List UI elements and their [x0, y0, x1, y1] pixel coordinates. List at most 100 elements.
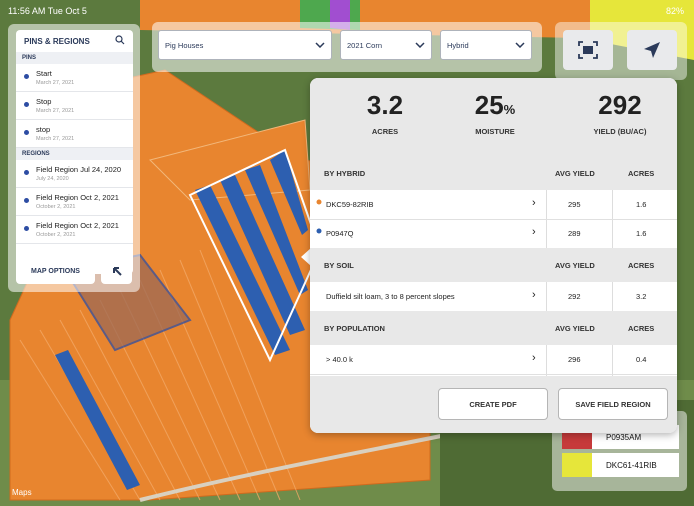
season-select-value: 2021 Corn: [347, 40, 383, 50]
hybrid-header-label: BY HYBRID: [324, 169, 366, 178]
hybrid-name: DKC59-82RIB: [326, 200, 374, 209]
hybrid-dot-icon: [316, 198, 322, 207]
soil-acres: 3.2: [636, 292, 647, 301]
yield-value: 292: [598, 90, 642, 120]
region-summary-panel: 3.2 ACRES 25% MOISTURE 292 YIELD (BU/AC)…: [310, 78, 677, 433]
hybrid-yield: 289: [568, 229, 581, 238]
population-range: > 40.0 k: [326, 355, 353, 364]
pins-section-header: PINS: [16, 52, 133, 64]
region-item[interactable]: Field Region Jul 24, 2020 July 24, 2020: [16, 160, 133, 188]
panel-actions: CREATE PDF SAVE FIELD REGION: [310, 376, 677, 433]
pins-regions-panel: PINS & REGIONS PINS Start March 27, 2021…: [8, 24, 140, 292]
population-table-header: BY POPULATION AVG YIELD ACRES: [310, 311, 677, 345]
acres-header: ACRES: [628, 169, 655, 178]
chevron-down-icon: [415, 42, 425, 48]
season-select[interactable]: 2021 Corn: [340, 30, 432, 60]
avg-yield-header: AVG YIELD: [555, 324, 595, 333]
soil-name: Duffield silt loam, 3 to 8 percent slope…: [326, 292, 455, 301]
hybrid-yield: 295: [568, 200, 581, 209]
chevron-down-icon: [315, 42, 325, 48]
moisture-value: 25: [474, 90, 504, 120]
expand-arrow-button[interactable]: [101, 258, 132, 284]
pin-item[interactable]: Stop March 27, 2021: [16, 92, 133, 120]
acres-header: ACRES: [628, 324, 655, 333]
chevron-right-icon: ›: [532, 289, 536, 301]
region-date: October 2, 2021: [36, 204, 76, 210]
map-options-button[interactable]: MAP OPTIONS: [16, 258, 95, 284]
pin-name: Stop: [36, 97, 52, 106]
battery-text: 82%: [665, 6, 684, 16]
chevron-right-icon: ›: [532, 226, 536, 238]
legend-item: DKC61-41RIB: [562, 453, 679, 477]
acres-label: ACRES: [371, 127, 399, 136]
hybrid-table-header: BY HYBRID AVG YIELD ACRES: [310, 156, 677, 190]
soil-yield: 292: [568, 292, 581, 301]
frame-focus-icon: [578, 41, 598, 59]
legend-label: P0935AM: [606, 432, 642, 442]
save-field-region-button[interactable]: SAVE FIELD REGION: [558, 388, 668, 420]
table-row[interactable]: > 40.0 k › 296 0.4: [310, 345, 677, 375]
region-name: Field Region Jul 24, 2020: [36, 165, 122, 174]
acres-stat: 3.2 ACRES: [340, 90, 430, 136]
search-icon[interactable]: [115, 35, 125, 47]
arrow-up-left-icon: [112, 267, 122, 276]
chevron-right-icon: ›: [532, 352, 536, 364]
location-arrow-icon: [644, 42, 660, 58]
soil-table-header: BY SOIL AVG YIELD ACRES: [310, 248, 677, 282]
moisture-stat: 25% MOISTURE: [450, 90, 540, 136]
summary-stats: 3.2 ACRES 25% MOISTURE 292 YIELD (BU/AC): [310, 78, 677, 156]
pin-date: March 27, 2021: [36, 80, 75, 86]
table-row[interactable]: Duffield silt loam, 3 to 8 percent slope…: [310, 282, 677, 312]
table-row[interactable]: DKC59-82RIB › 295 1.6: [310, 190, 677, 220]
filter-bar: Pig Houses 2021 Corn Hybrid: [152, 22, 542, 72]
region-dot-icon: [24, 170, 29, 175]
region-name: Field Region Oct 2, 2021: [36, 221, 119, 230]
population-yield: 296: [568, 355, 581, 364]
acres-value: 3.2: [366, 90, 404, 120]
location-button[interactable]: [627, 30, 677, 70]
pin-date: March 27, 2021: [36, 108, 75, 114]
table-row[interactable]: P0947Q › 289 1.6: [310, 219, 677, 249]
population-acres: 0.4: [636, 355, 647, 364]
hybrid-dot-icon: [316, 227, 322, 236]
region-item[interactable]: Field Region Oct 2, 2021 October 2, 2021: [16, 188, 133, 216]
time-text: 11:56 AM: [8, 6, 46, 16]
yield-stat: 292 YIELD (BU/AC): [572, 90, 668, 136]
hybrid-name: P0947Q: [326, 229, 354, 238]
regions-section-header: REGIONS: [16, 148, 133, 160]
field-select[interactable]: Pig Houses: [158, 30, 332, 60]
date-text: Tue Oct 5: [47, 6, 87, 16]
avg-yield-header: AVG YIELD: [555, 261, 595, 270]
map-tools: [555, 22, 687, 80]
pin-item[interactable]: stop March 27, 2021: [16, 120, 133, 148]
region-dot-icon: [24, 226, 29, 231]
hybrid-acres: 1.6: [636, 200, 647, 209]
pin-name: Start: [36, 69, 52, 78]
fit-field-button[interactable]: [563, 30, 613, 70]
region-name: Field Region Oct 2, 2021: [36, 193, 119, 202]
status-time: 11:56 AM Tue Oct 5: [8, 6, 87, 16]
hybrid-acres: 1.6: [636, 229, 647, 238]
pin-dot-icon: [24, 130, 29, 135]
pin-name: stop: [36, 125, 51, 134]
acres-header: ACRES: [628, 261, 655, 270]
pin-dot-icon: [24, 74, 29, 79]
region-date: October 2, 2021: [36, 232, 76, 238]
yield-label: YIELD (BU/AC): [593, 127, 647, 136]
chevron-down-icon: [515, 42, 525, 48]
chevron-right-icon: ›: [532, 197, 536, 209]
moisture-unit: %: [503, 102, 516, 117]
layer-select[interactable]: Hybrid: [440, 30, 532, 60]
region-item[interactable]: Field Region Oct 2, 2021 October 2, 2021: [16, 216, 133, 244]
pin-date: March 27, 2021: [36, 136, 75, 142]
moisture-label: MOISTURE: [475, 127, 515, 136]
layer-select-value: Hybrid: [447, 40, 469, 50]
field-select-value: Pig Houses: [165, 40, 204, 50]
pin-item[interactable]: Start March 27, 2021: [16, 64, 133, 92]
soil-header-label: BY SOIL: [324, 261, 354, 270]
legend-label: DKC61-41RIB: [606, 460, 657, 470]
legend-swatch: [562, 453, 592, 477]
create-pdf-button[interactable]: CREATE PDF: [438, 388, 548, 420]
avg-yield-header: AVG YIELD: [555, 169, 595, 178]
pins-panel-title: PINS & REGIONS: [24, 36, 90, 46]
